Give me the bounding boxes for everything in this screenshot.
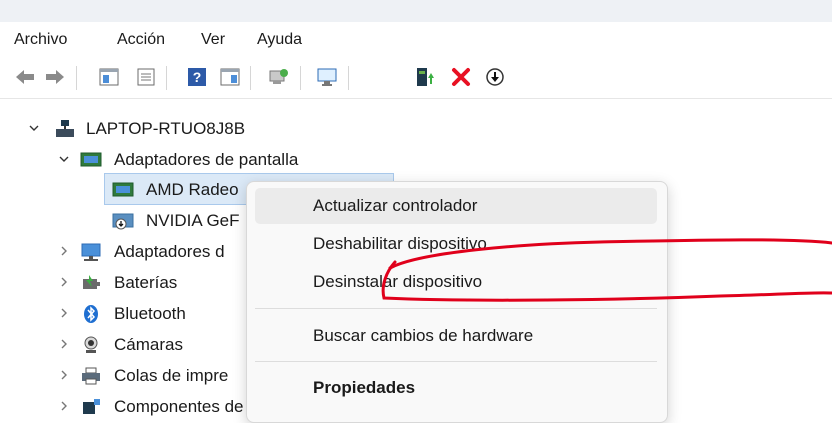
toolbar-separator xyxy=(250,66,251,90)
disable-device-icon[interactable] xyxy=(484,66,506,88)
tree-item-label: Colas de impre xyxy=(114,366,229,385)
display-adapter-icon xyxy=(112,182,134,197)
menu-item-label: Desinstalar dispositivo xyxy=(313,272,483,291)
monitor-icon[interactable] xyxy=(316,66,338,88)
camera-icon xyxy=(84,336,98,353)
menu-item-disable-device[interactable]: Deshabilitar dispositivo xyxy=(255,226,657,262)
menu-item-uninstall-device[interactable]: Desinstalar dispositivo xyxy=(255,264,657,300)
help-icon[interactable]: ? xyxy=(186,66,208,88)
back-arrow-icon[interactable] xyxy=(14,66,36,88)
update-driver-icon[interactable] xyxy=(414,66,436,88)
menu-accion[interactable]: Acción xyxy=(117,30,165,50)
tree-item-label: NVIDIA GeF xyxy=(146,211,240,230)
chevron-right-icon[interactable] xyxy=(58,369,70,381)
toolbar-separator xyxy=(166,66,167,90)
toolbar-separator xyxy=(76,66,77,90)
menu-archivo[interactable]: Archivo xyxy=(14,30,67,50)
menu-ver[interactable]: Ver xyxy=(201,30,225,50)
printer-icon xyxy=(82,367,100,385)
tree-item-label: Adaptadores de pantalla xyxy=(114,150,299,169)
display-adapter-disabled-icon xyxy=(112,213,134,230)
tree-item-label: Cámaras xyxy=(114,335,183,354)
show-hide-console-tree-icon[interactable] xyxy=(98,66,120,88)
chevron-right-icon[interactable] xyxy=(58,276,70,288)
tree-item-display-adapters[interactable]: Adaptadores de pantalla xyxy=(0,145,832,175)
toolbar: ? xyxy=(0,58,832,99)
chevron-right-icon[interactable] xyxy=(58,400,70,412)
forward-arrow-icon[interactable] xyxy=(44,66,66,88)
menu-item-label: Propiedades xyxy=(313,378,416,397)
chevron-down-icon[interactable] xyxy=(58,153,70,165)
network-adapter-icon xyxy=(81,243,101,261)
tree-item-label: Bluetooth xyxy=(114,304,186,323)
tree-item-label: Adaptadores d xyxy=(114,242,225,261)
tree-item-label: Baterías xyxy=(114,273,178,292)
title-strip xyxy=(0,0,832,22)
menu-item-label: Actualizar controlador xyxy=(313,196,478,215)
menu-item-scan-hardware[interactable]: Buscar cambios de hardware xyxy=(255,318,657,354)
menu-separator xyxy=(255,308,657,309)
chevron-down-icon[interactable] xyxy=(28,122,40,134)
scan-hardware-icon[interactable] xyxy=(268,66,290,88)
tree-item-label: AMD Radeo xyxy=(146,180,239,199)
chevron-right-icon[interactable] xyxy=(58,307,70,319)
menu-bar: Archivo Acción Ver Ayuda xyxy=(0,22,832,58)
software-component-icon xyxy=(83,399,100,414)
menu-item-label: Buscar cambios de hardware xyxy=(313,326,534,345)
menu-separator xyxy=(255,361,657,362)
tree-root[interactable]: LAPTOP-RTUO8J8B xyxy=(0,114,832,144)
menu-item-label: Deshabilitar dispositivo xyxy=(313,234,487,253)
svg-text:?: ? xyxy=(193,69,202,85)
properties-icon[interactable] xyxy=(135,66,157,88)
action-pane-icon[interactable] xyxy=(219,66,241,88)
bluetooth-icon xyxy=(84,305,98,323)
toolbar-separator xyxy=(348,66,349,90)
menu-ayuda[interactable]: Ayuda xyxy=(257,30,302,50)
context-menu: Actualizar controlador Deshabilitar disp… xyxy=(246,181,668,423)
chevron-right-icon[interactable] xyxy=(58,338,70,350)
tree-root-label: LAPTOP-RTUO8J8B xyxy=(86,119,246,138)
battery-icon xyxy=(83,275,100,289)
chevron-right-icon[interactable] xyxy=(58,245,70,257)
uninstall-icon[interactable] xyxy=(450,66,472,88)
display-adapter-icon xyxy=(80,152,102,167)
menu-item-properties[interactable]: Propiedades xyxy=(255,370,657,406)
menu-item-update-driver[interactable]: Actualizar controlador xyxy=(255,188,657,224)
computer-icon xyxy=(56,120,74,137)
toolbar-separator xyxy=(300,66,301,90)
